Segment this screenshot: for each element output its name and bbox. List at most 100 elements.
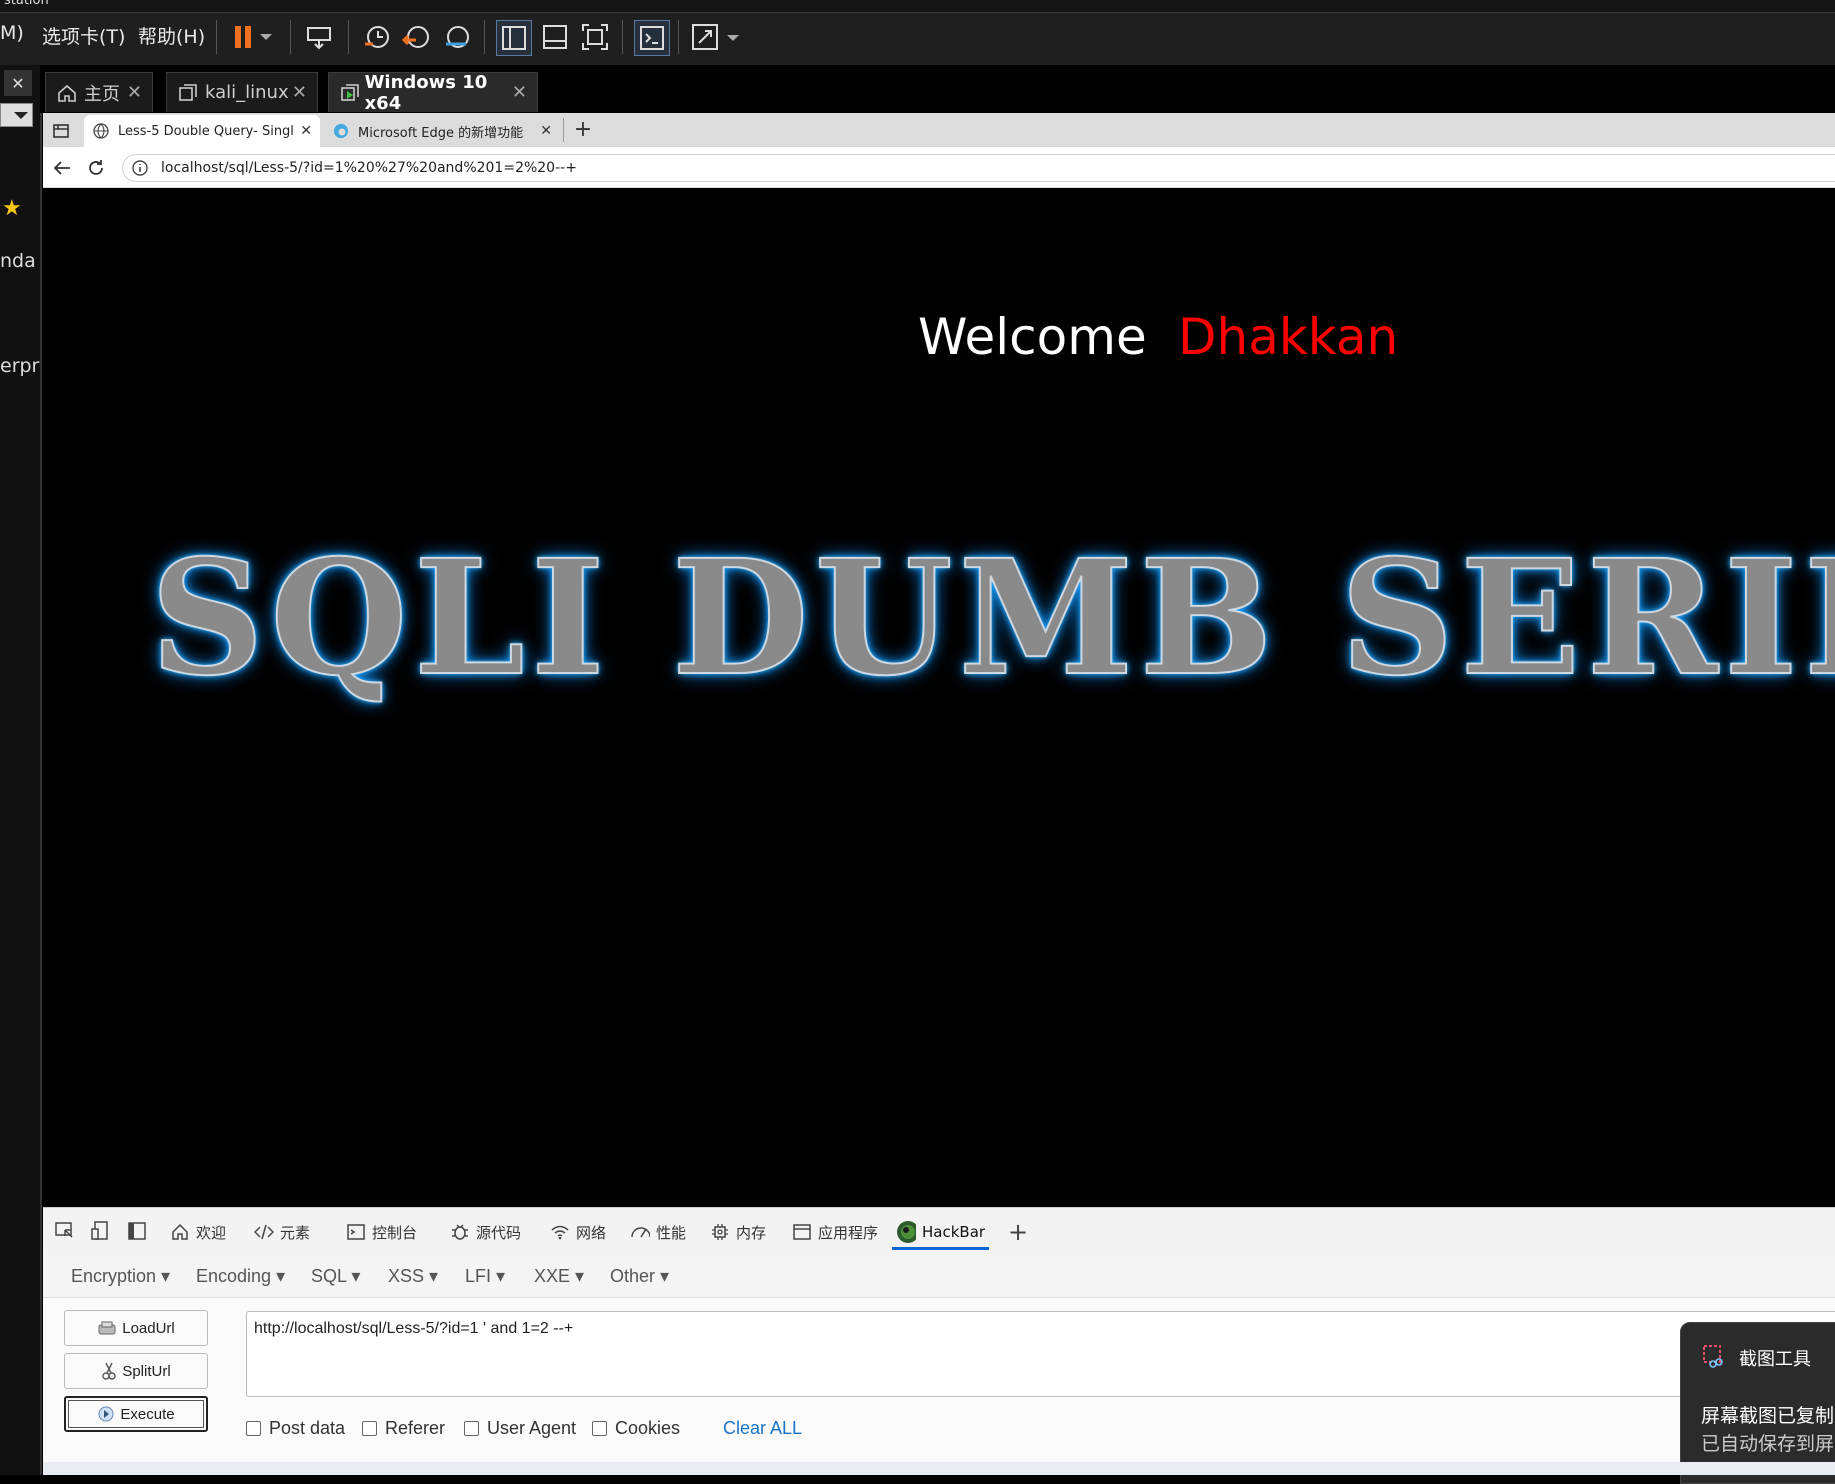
- load-url-button[interactable]: LoadUrl: [64, 1310, 208, 1346]
- menu-item-help[interactable]: 帮助(H): [138, 22, 205, 49]
- chip-icon: [710, 1222, 730, 1242]
- tab-label: kali_linux: [205, 82, 289, 103]
- menu-xss[interactable]: XSS ▾: [388, 1266, 438, 1287]
- code-icon: [254, 1222, 274, 1242]
- checkbox-label: User Agent: [487, 1418, 577, 1438]
- revert-snapshot-button[interactable]: [400, 20, 434, 54]
- console-view-button[interactable]: [634, 20, 670, 56]
- close-icon[interactable]: ✕: [127, 82, 142, 103]
- menu-lfi[interactable]: LFI ▾: [465, 1266, 505, 1287]
- snipping-tool-icon: [1703, 1345, 1723, 1368]
- menu-encryption[interactable]: Encryption ▾: [71, 1266, 170, 1287]
- menu-item-tabs[interactable]: 选项卡(T): [42, 22, 125, 49]
- vm-running-icon: [341, 83, 359, 101]
- checkbox-label: Referer: [385, 1418, 446, 1438]
- close-icon[interactable]: ✕: [292, 82, 307, 103]
- toolbar-separator: [348, 20, 349, 54]
- library-item-fragment[interactable]: erpr: [0, 355, 39, 377]
- menu-sql[interactable]: SQL ▾: [311, 1266, 360, 1287]
- close-icon[interactable]: ✕: [300, 123, 312, 139]
- clear-all-link[interactable]: Clear ALL: [723, 1418, 802, 1439]
- menu-xxe[interactable]: XXE ▾: [534, 1266, 584, 1287]
- devtools-tab-console[interactable]: 控制台: [346, 1217, 417, 1247]
- checkbox[interactable]: [362, 1421, 377, 1436]
- checkbox[interactable]: [246, 1421, 261, 1436]
- revert-icon: [402, 26, 429, 48]
- user-agent-checkbox[interactable]: User Agent: [464, 1418, 576, 1439]
- tab-label: 应用程序: [818, 1223, 879, 1242]
- add-panel-button[interactable]: +: [1008, 1218, 1028, 1246]
- snapshot-button[interactable]: [360, 20, 394, 54]
- devtools-tab-performance[interactable]: 性能: [630, 1217, 686, 1247]
- checkbox[interactable]: [464, 1421, 479, 1436]
- send-ctrl-alt-del-button[interactable]: [302, 20, 336, 54]
- menu-label: Other: [610, 1266, 656, 1286]
- devtools-tab-network[interactable]: 网络: [550, 1217, 606, 1247]
- info-icon[interactable]: [131, 159, 149, 177]
- tab-kali-linux[interactable]: kali_linux ✕: [166, 72, 318, 112]
- gauge-icon: [630, 1222, 650, 1242]
- referer-checkbox[interactable]: Referer: [362, 1418, 445, 1439]
- stretch-icon: [692, 24, 739, 50]
- tab-label: 欢迎: [196, 1223, 227, 1242]
- button-label: LoadUrl: [122, 1319, 175, 1337]
- devtools-footer: [43, 1462, 1835, 1475]
- devtools-tab-elements[interactable]: 元素: [254, 1217, 310, 1247]
- pause-button[interactable]: [230, 20, 280, 54]
- vm-library-panel: [0, 65, 42, 1475]
- library-item-fragment[interactable]: nda: [0, 250, 36, 272]
- devtools-tab-sources[interactable]: 源代码: [450, 1217, 521, 1247]
- tab-home[interactable]: 主页 ✕: [45, 72, 153, 112]
- menu-label: XXE: [534, 1266, 571, 1286]
- tab-label: HackBar: [922, 1223, 986, 1241]
- split-url-button[interactable]: SplitUrl: [64, 1353, 208, 1389]
- menu-item-vm[interactable]: M): [0, 22, 24, 44]
- wifi-icon: [550, 1222, 570, 1242]
- post-data-checkbox[interactable]: Post data: [246, 1418, 345, 1439]
- refresh-button[interactable]: [84, 156, 108, 180]
- toolbar-separator: [678, 20, 679, 54]
- tab-label: 网络: [576, 1223, 607, 1242]
- home-icon: [58, 84, 76, 102]
- close-icon[interactable]: ✕: [540, 123, 552, 139]
- devtools-tab-hackbar[interactable]: HackBar: [892, 1217, 990, 1250]
- snipping-tool-toast[interactable]: 截图工具 屏幕截图已复制 已自动保存到屏: [1680, 1322, 1835, 1484]
- tab-title: Less-5 Double Query- Single Quo: [118, 123, 294, 139]
- play-icon: [98, 1406, 114, 1422]
- snapshot-manager-button[interactable]: [440, 20, 474, 54]
- checkbox[interactable]: [592, 1421, 607, 1436]
- fullscreen-button[interactable]: [578, 20, 612, 54]
- edge-tab-less5[interactable]: Less-5 Double Query- Single Quo ✕: [84, 115, 320, 147]
- back-button[interactable]: [50, 156, 74, 180]
- hackbar-url-textarea[interactable]: http://localhost/sql/Less-5/?id=1 ' and …: [246, 1311, 1835, 1397]
- bottom-panel-icon: [543, 25, 567, 49]
- device-emulation-button[interactable]: [90, 1220, 112, 1242]
- inspect-icon: [55, 1222, 73, 1238]
- thumbnail-view-button[interactable]: [538, 20, 572, 54]
- tab-actions-button[interactable]: [50, 120, 72, 142]
- refresh-icon: [89, 160, 103, 175]
- menu-other[interactable]: Other ▾: [610, 1266, 669, 1287]
- stretch-guest-button[interactable]: [690, 20, 742, 54]
- library-filter-dropdown[interactable]: [0, 103, 33, 127]
- tab-divider: [563, 118, 564, 142]
- execute-button[interactable]: Execute: [64, 1396, 208, 1432]
- devtools-tab-memory[interactable]: 内存: [710, 1217, 766, 1247]
- menu-encoding[interactable]: Encoding ▾: [196, 1266, 285, 1287]
- close-icon[interactable]: ✕: [512, 82, 527, 103]
- devtools-tab-welcome[interactable]: 欢迎: [170, 1217, 226, 1247]
- sidebar-view-button[interactable]: [496, 20, 532, 56]
- edge-tab-whats-new[interactable]: Microsoft Edge 的新增功能 ✕: [324, 115, 560, 147]
- library-close-button[interactable]: ✕: [4, 70, 32, 96]
- cookies-checkbox[interactable]: Cookies: [592, 1418, 680, 1439]
- button-label: Execute: [120, 1405, 175, 1423]
- tab-windows-10[interactable]: Windows 10 x64 ✕: [328, 71, 538, 114]
- vm-icon: [179, 83, 197, 101]
- fullscreen-icon: [582, 24, 608, 50]
- tab-label: Windows 10 x64: [364, 71, 488, 114]
- devtools-tab-application[interactable]: 应用程序: [792, 1217, 878, 1247]
- address-bar[interactable]: localhost/sql/Less-5/?id=1%20%27%20and%2…: [122, 154, 1835, 182]
- inspect-element-button[interactable]: [54, 1220, 76, 1242]
- dock-side-button[interactable]: [126, 1220, 148, 1242]
- new-tab-button[interactable]: +: [570, 115, 596, 143]
